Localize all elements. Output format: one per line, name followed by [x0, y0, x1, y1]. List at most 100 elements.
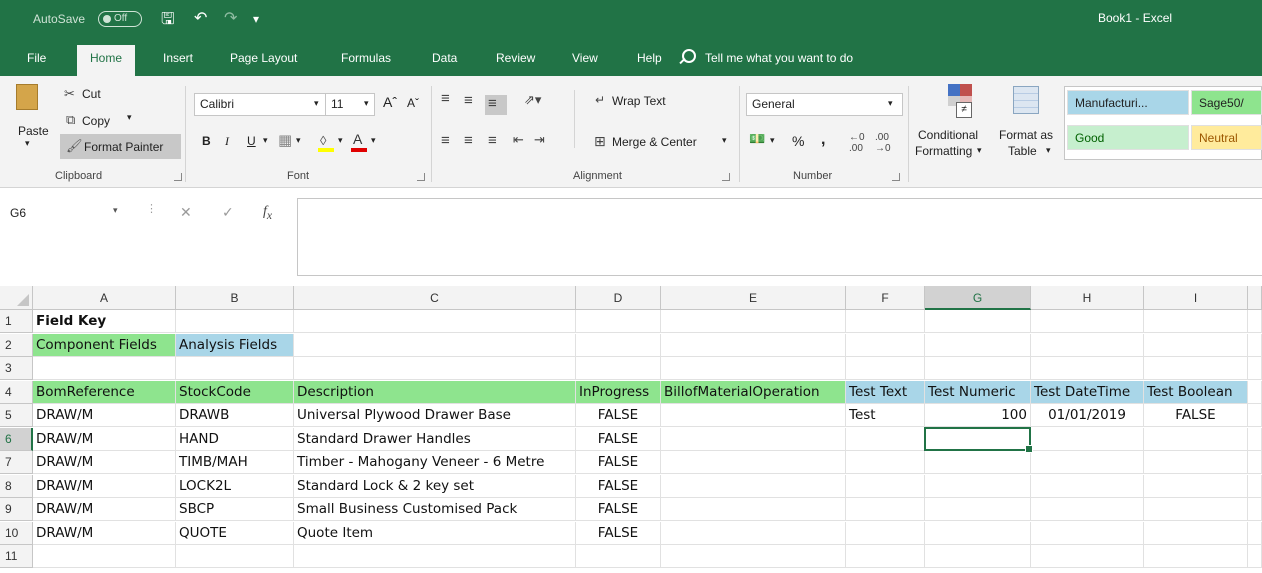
cell-j1[interactable]	[1248, 310, 1262, 333]
column-header-h[interactable]: H	[1031, 286, 1144, 310]
name-box-dropdown-icon[interactable]: ▾	[113, 205, 118, 216]
cell-h3[interactable]	[1031, 357, 1144, 380]
cell-d3[interactable]	[576, 357, 661, 380]
row-header-1[interactable]: 1	[0, 310, 33, 333]
cell-i4[interactable]: Test Boolean	[1144, 380, 1248, 404]
cell-i3[interactable]	[1144, 357, 1248, 380]
increase-indent-icon[interactable]: ⇥	[534, 132, 545, 148]
cell-f10[interactable]	[846, 521, 925, 545]
format-painter-button[interactable]: Format Painter	[84, 140, 163, 154]
cell-i8[interactable]	[1144, 474, 1248, 498]
cell-i1[interactable]	[1144, 310, 1248, 333]
name-box[interactable]: G6	[5, 200, 130, 227]
cell-d1[interactable]	[576, 310, 661, 333]
paste-icon[interactable]	[16, 84, 38, 110]
tab-data[interactable]: Data	[432, 51, 457, 65]
row-header-2[interactable]: 2	[0, 333, 33, 357]
font-name-select[interactable]: Calibri	[194, 93, 326, 116]
row-header-7[interactable]: 7	[0, 451, 33, 474]
merge-dropdown-icon[interactable]: ▾	[722, 135, 727, 146]
alignment-launcher-icon[interactable]	[722, 173, 730, 181]
align-left-icon[interactable]: ≡	[441, 132, 450, 149]
number-launcher-icon[interactable]	[892, 173, 900, 181]
cell-a2[interactable]: Component Fields	[33, 333, 176, 357]
active-cell-selection[interactable]	[924, 426, 1033, 453]
row-header-6[interactable]: 6	[0, 427, 33, 451]
cell-h5[interactable]: 01/01/2019	[1031, 404, 1144, 427]
cell-i11[interactable]	[1144, 545, 1248, 568]
enter-icon[interactable]: ✓	[222, 204, 234, 221]
formula-input[interactable]	[297, 198, 1262, 276]
cell-a5[interactable]: DRAW/M	[33, 404, 176, 427]
cell-g7[interactable]	[925, 451, 1031, 474]
cell-e10[interactable]	[661, 521, 846, 545]
cell-i9[interactable]	[1144, 498, 1248, 521]
cell-b7[interactable]: TIMB/MAH	[176, 451, 294, 474]
tab-insert[interactable]: Insert	[163, 51, 193, 65]
cell-f8[interactable]	[846, 474, 925, 498]
cell-f7[interactable]	[846, 451, 925, 474]
cell-c7[interactable]: Timber - Mahogany Veneer - 6 Metre	[294, 451, 576, 474]
cell-d4[interactable]: InProgress	[576, 380, 661, 404]
merge-center-button[interactable]: Merge & Center	[612, 135, 697, 149]
cell-h11[interactable]	[1031, 545, 1144, 568]
cell-a7[interactable]: DRAW/M	[33, 451, 176, 474]
increase-font-icon[interactable]: Aˆ	[383, 94, 397, 110]
cell-c2[interactable]	[294, 333, 576, 357]
cell-g4[interactable]: Test Numeric	[925, 380, 1031, 404]
tab-view[interactable]: View	[572, 51, 598, 65]
cell-d2[interactable]	[576, 333, 661, 357]
style-manufacturing[interactable]: Manufacturi...	[1067, 90, 1189, 115]
tab-page-layout[interactable]: Page Layout	[230, 51, 297, 65]
cell-d11[interactable]	[576, 545, 661, 568]
cell-e4[interactable]: BillofMaterialOperation	[661, 380, 846, 404]
cell-g3[interactable]	[925, 357, 1031, 380]
column-header-a[interactable]: A	[33, 286, 176, 310]
cell-h9[interactable]	[1031, 498, 1144, 521]
cell-c1[interactable]	[294, 310, 576, 333]
cell-a10[interactable]: DRAW/M	[33, 521, 176, 545]
row-header-3[interactable]: 3	[0, 357, 33, 380]
cell-b5[interactable]: DRAWB	[176, 404, 294, 427]
cell-h2[interactable]	[1031, 333, 1144, 357]
cell-g8[interactable]	[925, 474, 1031, 498]
cell-g11[interactable]	[925, 545, 1031, 568]
cell-c11[interactable]	[294, 545, 576, 568]
align-center-icon[interactable]: ≡	[464, 132, 473, 149]
cell-j7[interactable]	[1248, 451, 1262, 474]
paste-dropdown-icon[interactable]: ▾	[25, 138, 30, 149]
style-sage50[interactable]: Sage50/	[1191, 90, 1262, 115]
italic-button[interactable]: I	[225, 134, 229, 149]
cell-a4[interactable]: BomReference	[33, 380, 176, 404]
tab-help[interactable]: Help	[637, 51, 662, 65]
cell-j8[interactable]	[1248, 474, 1262, 498]
cell-e8[interactable]	[661, 474, 846, 498]
format-painter-highlight[interactable]: 🖌 Format Painter	[60, 134, 181, 159]
cell-e9[interactable]	[661, 498, 846, 521]
column-header-c[interactable]: C	[294, 286, 576, 310]
clipboard-launcher-icon[interactable]	[174, 173, 182, 181]
style-neutral[interactable]: Neutral	[1191, 125, 1262, 150]
row-header-10[interactable]: 10	[0, 521, 33, 545]
cell-d5[interactable]: FALSE	[576, 404, 661, 427]
comma-button[interactable]: ,	[821, 131, 825, 149]
cell-i5[interactable]: FALSE	[1144, 404, 1248, 427]
cell-d7[interactable]: FALSE	[576, 451, 661, 474]
cell-c10[interactable]: Quote Item	[294, 521, 576, 545]
cell-c8[interactable]: Standard Lock & 2 key set	[294, 474, 576, 498]
format-as-table-dropdown-icon[interactable]: ▾	[1046, 145, 1051, 156]
row-header-11[interactable]: 11	[0, 545, 33, 568]
cancel-icon[interactable]: ✕	[180, 204, 192, 221]
cell-f3[interactable]	[846, 357, 925, 380]
cell-h6[interactable]	[1031, 427, 1144, 451]
cell-j10[interactable]	[1248, 521, 1262, 545]
cell-b4[interactable]: StockCode	[176, 380, 294, 404]
currency-icon[interactable]: 💵	[749, 131, 765, 147]
save-icon[interactable]: 🖫	[161, 8, 175, 35]
cell-f6[interactable]	[846, 427, 925, 451]
cell-i6[interactable]	[1144, 427, 1248, 451]
column-header-d[interactable]: D	[576, 286, 661, 310]
cell-h8[interactable]	[1031, 474, 1144, 498]
tab-formulas[interactable]: Formulas	[341, 51, 391, 65]
number-format-dropdown-icon[interactable]: ▾	[888, 98, 893, 109]
